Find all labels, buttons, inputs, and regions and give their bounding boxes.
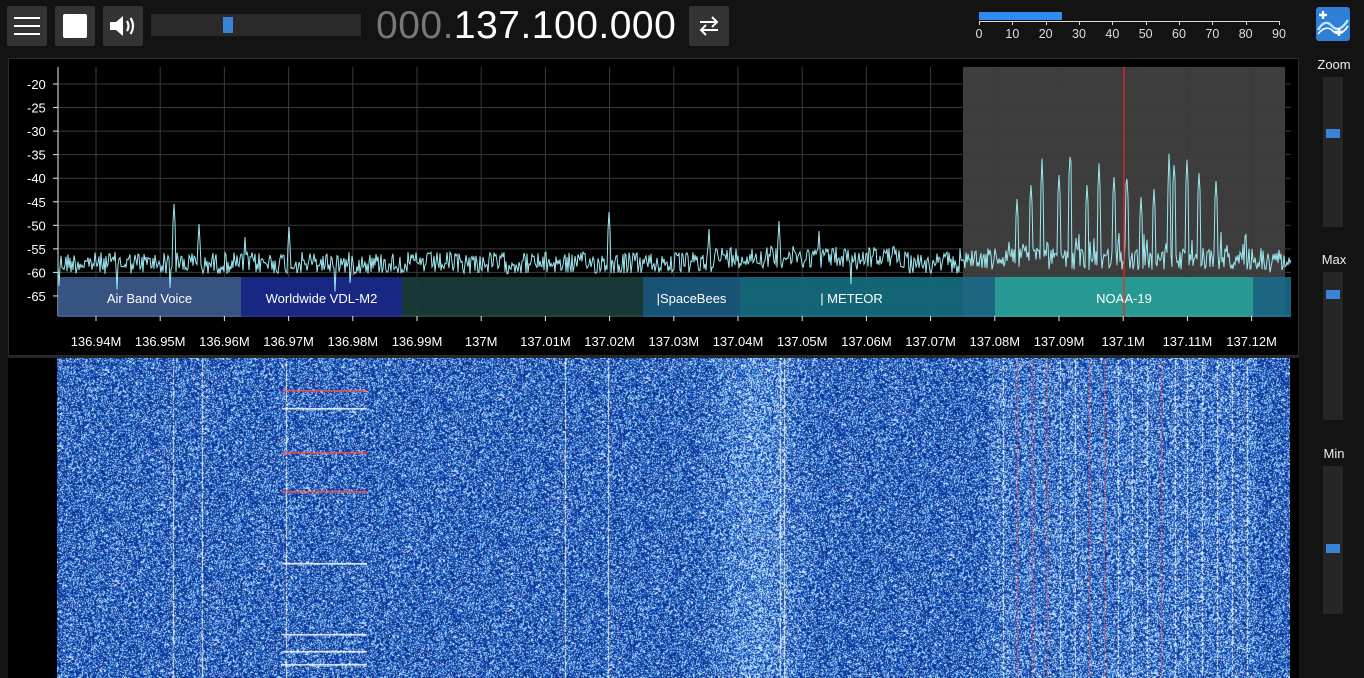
fft-plot[interactable]: Air Band Voice Worldwide VDL-M2 |SpaceBees… — [9, 59, 1298, 355]
snr-tick-label: 80 — [1238, 27, 1253, 41]
snr-meter-axis — [979, 21, 1279, 22]
fft-x-tick-label: 137.01M — [520, 334, 571, 349]
fft-x-tick-label: 137.06M — [841, 334, 892, 349]
volume-slider[interactable] — [151, 14, 361, 36]
fft-y-tick-label: -45 — [27, 195, 46, 210]
menu-button[interactable] — [7, 6, 47, 46]
fft-y-tick-label: -55 — [27, 242, 46, 257]
fft-spectrum[interactable]: Air Band Voice Worldwide VDL-M2 |SpaceBees… — [8, 58, 1299, 356]
fft-x-tick-label: 137.04M — [713, 334, 764, 349]
max-slider[interactable] — [1323, 272, 1343, 420]
snr-tick-mark — [1179, 21, 1180, 25]
band-plan-segment — [963, 277, 995, 317]
snr-tick-mark — [1145, 21, 1147, 25]
mute-button[interactable] — [103, 6, 143, 46]
snr-tick-mark — [1045, 21, 1047, 25]
snr-tick-label: 70 — [1205, 27, 1220, 41]
fft-x-tick-label: 136.99M — [392, 334, 443, 349]
snr-tick-label: 20 — [1038, 27, 1053, 41]
fft-y-tick-label: -25 — [27, 101, 46, 116]
snr-meter: 0 10 20 30 40 50 60 70 80 90 — [975, 8, 1286, 44]
snr-tick-label: 30 — [1072, 27, 1086, 41]
fft-x-tick-label: 137.1M — [1102, 334, 1145, 349]
hamburger-menu-icon — [14, 17, 40, 35]
fft-x-tick-label: 137.11M — [1163, 334, 1213, 349]
snr-meter-fill — [979, 12, 1062, 20]
fft-y-tick-label: -60 — [27, 265, 46, 280]
frequency-leading-digits[interactable]: 000. — [376, 4, 454, 47]
band-plan-label: |SpaceBees — [657, 291, 727, 306]
fft-y-tick-label: -65 — [27, 289, 46, 304]
band-plan-segment — [1253, 277, 1291, 317]
snr-tick-mark — [1012, 21, 1014, 25]
band-plan-segment[interactable] — [402, 277, 643, 317]
max-slider-thumb[interactable] — [1326, 290, 1340, 300]
fft-y-tick-label: -30 — [27, 124, 46, 139]
swap-button[interactable] — [689, 6, 729, 46]
min-slider[interactable] — [1323, 466, 1343, 614]
fft-x-tick-label: 137.09M — [1034, 334, 1085, 349]
stop-square-icon — [63, 14, 87, 38]
snr-tick-label: 90 — [1272, 27, 1286, 41]
app-logo-button[interactable] — [1315, 6, 1351, 42]
sdrpp-logo-icon — [1316, 7, 1350, 41]
fft-x-tick-label: 136.95M — [135, 334, 186, 349]
frequency-main-digits[interactable]: 137.100.000 — [454, 4, 676, 47]
snr-tick-mark — [1279, 21, 1280, 25]
band-plan-label: Air Band Voice — [107, 291, 192, 306]
frequency-display[interactable]: 000.137.100.000 — [376, 2, 676, 50]
top-toolbar: 000.137.100.000 0 10 20 30 40 50 60 70 80 90 — [0, 0, 1364, 56]
snr-tick-label: 10 — [1005, 27, 1020, 41]
fft-y-tick-label: -50 — [27, 218, 46, 233]
stop-button[interactable] — [55, 6, 95, 46]
min-slider-thumb[interactable] — [1326, 543, 1340, 553]
fft-x-tick-label: 137.07M — [905, 334, 956, 349]
volume-slider-thumb[interactable] — [223, 17, 233, 33]
snr-tick-mark — [979, 21, 980, 25]
fft-y-tick-label: -35 — [27, 148, 46, 163]
fft-x-tick-label: 136.96M — [199, 334, 250, 349]
fft-y-tick-label: -20 — [27, 77, 46, 92]
fft-x-tick-label: 136.97M — [263, 334, 314, 349]
max-label: Max — [1321, 252, 1347, 267]
swap-arrows-icon — [699, 16, 719, 36]
speaker-volume-icon — [110, 16, 135, 36]
snr-tick-label: 50 — [1138, 27, 1153, 41]
fft-x-tick-label: 137.12M — [1226, 334, 1277, 349]
snr-tick-label: 40 — [1105, 27, 1120, 41]
snr-tick-label: 0 — [975, 27, 983, 41]
snr-tick-mark — [1245, 21, 1247, 25]
fft-x-tick-label: 137.05M — [777, 334, 828, 349]
zoom-slider[interactable] — [1323, 77, 1343, 227]
snr-tick-label: 60 — [1172, 27, 1186, 41]
fft-x-tick-label: 136.94M — [71, 334, 122, 349]
zoom-label: Zoom — [1317, 57, 1351, 72]
band-plan-label: | METEOR — [820, 291, 883, 306]
fft-y-tick-label: -40 — [27, 171, 46, 186]
waterfall[interactable] — [8, 358, 1299, 678]
fft-x-tick-label: 137M — [465, 334, 498, 349]
snr-tick-mark — [1212, 21, 1214, 25]
min-label: Min — [1323, 446, 1345, 461]
zoom-slider-thumb[interactable] — [1326, 129, 1340, 139]
snr-tick-mark — [1112, 21, 1114, 25]
waterfall-canvas[interactable] — [57, 358, 1290, 678]
band-plan-label: Worldwide VDL-M2 — [266, 291, 378, 306]
snr-tick-mark — [1079, 21, 1080, 25]
fft-x-tick-label: 137.03M — [649, 334, 700, 349]
fft-x-tick-label: 137.02M — [584, 334, 635, 349]
fft-x-tick-label: 137.08M — [970, 334, 1021, 349]
fft-x-tick-label: 136.98M — [328, 334, 379, 349]
